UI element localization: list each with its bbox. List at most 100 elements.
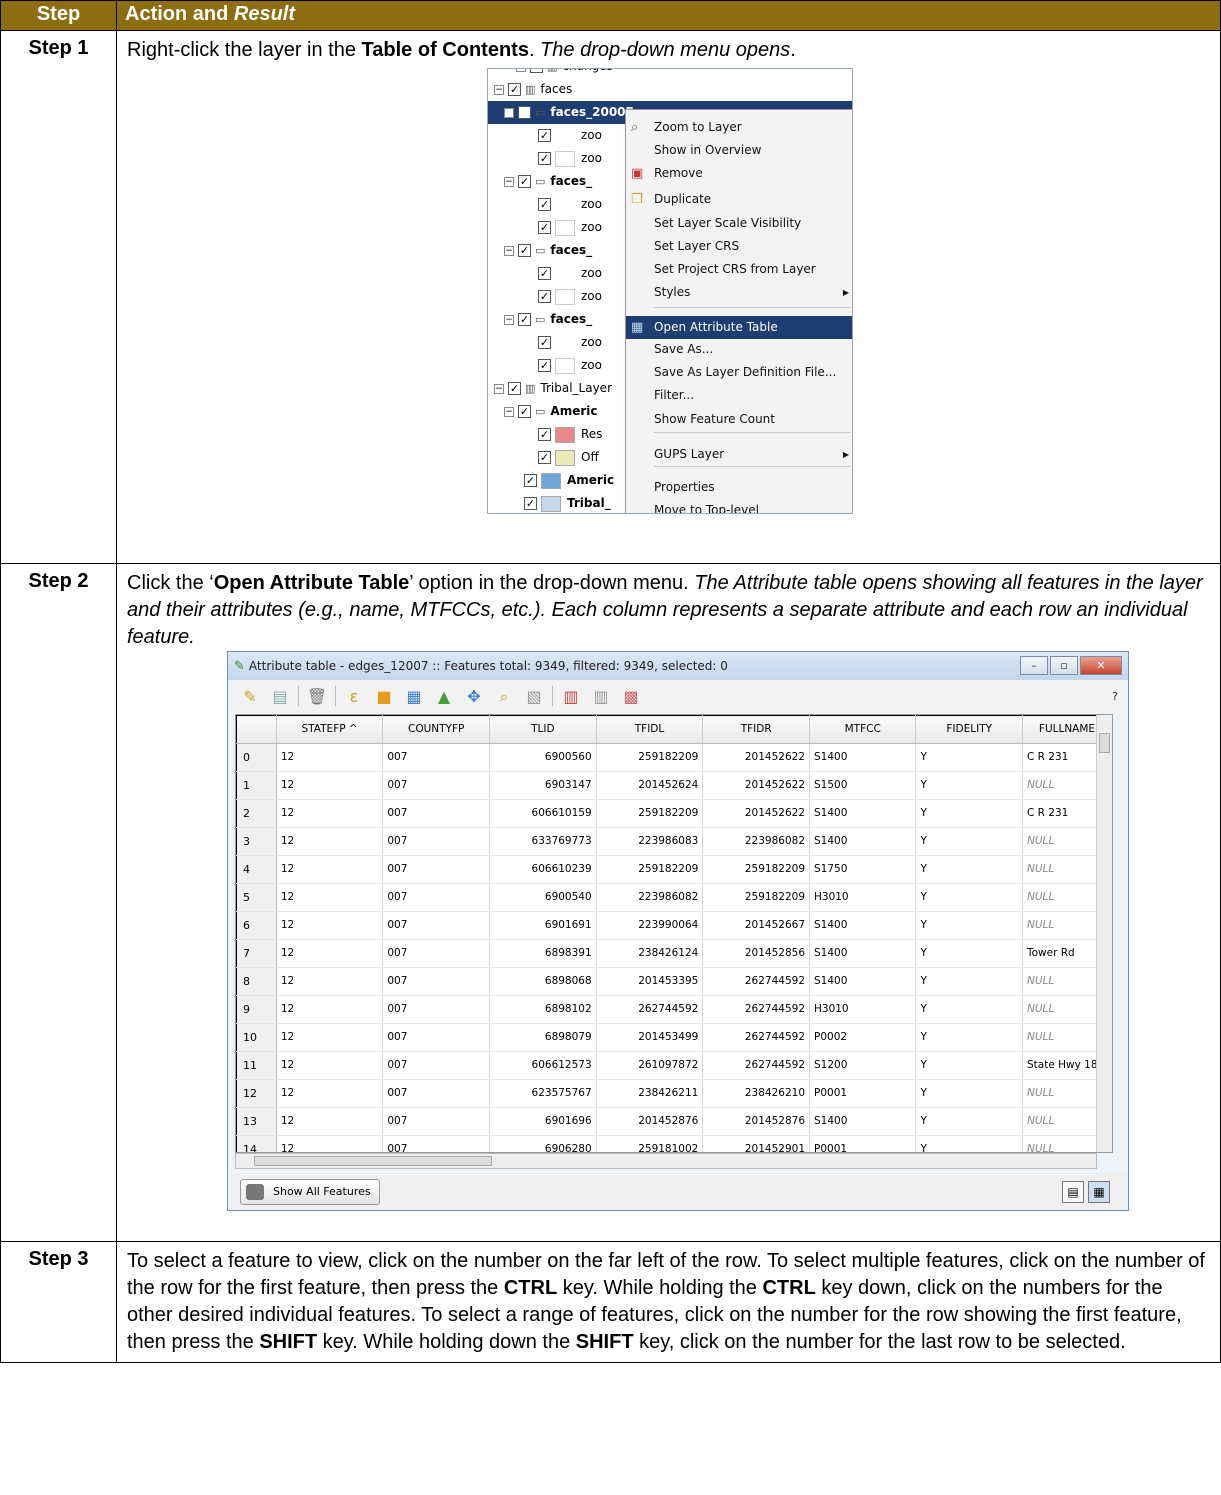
table-cell[interactable]: 007 [382,967,490,996]
menu-item-styles[interactable]: Styles ▶ [626,281,852,304]
table-cell[interactable]: 6900560 [488,743,597,772]
table-cell[interactable]: 259182209 [595,743,704,772]
table-cell[interactable]: 201452622 [702,771,810,800]
help-icon[interactable]: ? [1112,683,1118,710]
menu-item-properties[interactable]: Properties [626,476,852,499]
visibility-checkbox[interactable]: ✓ [518,405,531,418]
horizontal-scrollbar[interactable] [235,1153,1097,1169]
row-number[interactable]: 13 [236,1107,277,1136]
table-cell[interactable]: Y [915,883,1023,912]
menu-item-set-project-crs-from-layer[interactable]: Set Project CRS from Layer [626,258,852,281]
row-number[interactable]: 0 [236,743,277,772]
table-row[interactable]: 5 12 007 6900540 223986082 259182209 H3010 Y NUL… [236,883,1112,912]
table-cell[interactable]: 12 [275,967,384,996]
table-cell[interactable]: 223986082 [595,883,704,912]
menu-item-gups-layer[interactable]: GUPS Layer ▶ [626,443,852,466]
table-cell[interactable]: Y [915,799,1023,828]
table-cell[interactable]: 262744592 [702,967,810,996]
collapse-toggle-icon[interactable]: − [516,69,526,72]
row-number[interactable]: 8 [236,967,277,996]
table-cell[interactable]: Y [915,1079,1023,1108]
table-cell[interactable]: 12 [275,883,384,912]
table-cell[interactable]: 223986083 [595,827,704,856]
table-cell[interactable]: 007 [382,855,490,884]
table-cell[interactable]: 223986082 [702,827,810,856]
layer-tree-item[interactable]: − ✓ ▥ faces [488,78,852,101]
select-all-icon[interactable]: ■ [372,683,396,710]
table-cell[interactable]: 007 [382,1079,490,1108]
table-cell[interactable]: 12 [275,1023,384,1052]
table-cell[interactable]: 12 [275,743,384,772]
table-cell[interactable]: S1400 [808,967,917,996]
table-cell[interactable]: 259182209 [595,799,704,828]
table-row[interactable]: 6 12 007 6901691 223990064 201452667 S1400 Y NUL… [236,911,1112,940]
table-cell[interactable]: 262744592 [702,995,810,1024]
corner-cell[interactable] [236,715,277,744]
visibility-checkbox[interactable]: ✓ [524,497,537,510]
row-number[interactable]: 4 [236,855,277,884]
table-cell[interactable]: P0001 [808,1135,917,1152]
table-cell[interactable]: S1400 [808,911,917,940]
table-row[interactable]: 10 12 007 6898079 201453499 262744592 P0002 Y NU… [236,1023,1112,1052]
table-cell[interactable]: 238426210 [702,1079,810,1108]
visibility-checkbox[interactable]: ✓ [538,428,551,441]
visibility-checkbox[interactable]: ✓ [538,129,551,142]
visibility-checkbox[interactable]: ✓ [518,313,531,326]
collapse-toggle-icon[interactable]: − [494,84,504,95]
table-cell[interactable]: P0002 [808,1023,917,1052]
table-cell[interactable]: 259182209 [702,855,810,884]
column-header-countyfp[interactable]: COUNTYFP [382,715,490,744]
visibility-checkbox[interactable]: ✓ [538,267,551,280]
collapse-toggle-icon[interactable]: − [504,176,514,187]
table-cell[interactable]: 261097872 [595,1051,704,1080]
row-number[interactable]: 1 [236,771,277,800]
table-cell[interactable]: 007 [382,911,490,940]
visibility-checkbox[interactable]: ✓ [538,152,551,165]
table-cell[interactable]: 6900540 [488,883,597,912]
zoom-to-selection-icon[interactable]: ⌕ [492,683,516,710]
vertical-scrollbar[interactable] [1096,715,1112,1152]
column-header-tlid[interactable]: TLID [488,715,597,744]
table-cell[interactable]: 606610239 [488,855,597,884]
minimize-button[interactable]: – [1020,656,1048,675]
move-selection-top-icon[interactable]: ▲ [432,683,456,710]
row-number[interactable]: 6 [236,911,277,940]
table-row[interactable]: 7 12 007 6898391 238426124 201452856 S1400 Y Tow… [236,939,1112,968]
table-cell[interactable]: 007 [382,1107,490,1136]
table-cell[interactable]: 201452901 [702,1135,810,1152]
delete-icon[interactable]: 🗑 [305,683,329,710]
visibility-checkbox[interactable]: ✓ [508,83,521,96]
menu-item-move-to-top-level[interactable]: Move to Top-level [626,499,852,513]
copy-rows-icon[interactable]: ▧ [522,683,546,710]
maximize-button[interactable]: ▫ [1050,656,1078,675]
table-cell[interactable]: 6901691 [488,911,597,940]
table-cell[interactable]: P0001 [808,1079,917,1108]
table-cell[interactable]: 201453499 [595,1023,704,1052]
table-cell[interactable]: 259182209 [595,855,704,884]
visibility-checkbox[interactable]: ✓ [538,198,551,211]
row-number[interactable]: 2 [236,799,277,828]
column-header-statefp[interactable]: STATEFP ^ [275,715,384,744]
table-cell[interactable]: 6903147 [488,771,597,800]
menu-item-show-in-overview[interactable]: Show in Overview [626,139,852,162]
table-cell[interactable]: Y [915,939,1023,968]
table-cell[interactable]: 6898391 [488,939,597,968]
table-row[interactable]: 13 12 007 6901696 201452876 201452876 S1400 Y NU… [236,1107,1112,1136]
menu-item-save-as[interactable]: Save As... [626,338,852,361]
save-edits-icon[interactable]: ▤ [268,683,292,710]
table-cell[interactable]: 007 [382,827,490,856]
table-cell[interactable]: 262744592 [595,995,704,1024]
table-cell[interactable]: 201452876 [702,1107,810,1136]
edit-pencil-icon[interactable]: ✎ [238,683,262,710]
visibility-checkbox[interactable]: ✓ [518,244,531,257]
row-number[interactable]: 14 [236,1135,277,1152]
table-cell[interactable]: 12 [275,827,384,856]
table-row[interactable]: 8 12 007 6898068 201453395 262744592 S1400 Y NUL… [236,967,1112,996]
table-cell[interactable]: 259181002 [595,1135,704,1152]
row-number[interactable]: 3 [236,827,277,856]
table-cell[interactable]: 201452622 [702,743,810,772]
collapse-toggle-icon[interactable]: − [504,107,514,118]
table-cell[interactable]: 12 [275,1107,384,1136]
vertical-scroll-thumb[interactable] [1099,733,1110,753]
menu-item-show-feature-count[interactable]: Show Feature Count [626,408,852,431]
